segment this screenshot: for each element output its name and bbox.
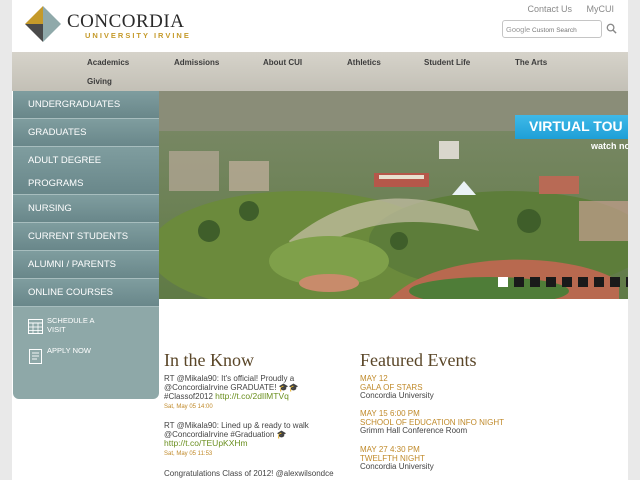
hero-slideshow[interactable]: VIRTUAL TOU watch now: [149, 91, 628, 299]
top-links: Contact Us MyCUI: [515, 4, 614, 14]
tweet-link[interactable]: http://t.co/2dIlMTVq: [215, 391, 289, 401]
event-item[interactable]: MAY 27 4:30 PM TWELFTH NIGHT Concordia U…: [360, 445, 530, 472]
tweet-date: Sat, May 05 11:53: [164, 450, 213, 457]
main-nav: Academics Admissions About CUI Athletics…: [12, 52, 628, 91]
slide-dot-5[interactable]: [562, 277, 572, 287]
sidebar-item-undergraduates[interactable]: Undergraduates: [13, 91, 159, 119]
search-brand: Google: [506, 25, 531, 34]
event-item[interactable]: MAY 12 GALA OF STARS Concordia Universit…: [360, 374, 530, 401]
schedule-visit-label: Schedule a Visit: [47, 316, 95, 334]
featured-events-heading: Featured Events: [360, 350, 477, 370]
in-the-know-heading: In the Know: [164, 350, 254, 370]
sidebar-item-graduates[interactable]: Graduates: [13, 119, 159, 147]
nav-academics[interactable]: Academics: [87, 58, 129, 67]
nav-admissions[interactable]: Admissions: [174, 58, 219, 67]
concordia-logo-icon[interactable]: [25, 6, 61, 42]
contact-us-link[interactable]: Contact Us: [527, 4, 572, 14]
tweet-item: RT @Mikala90: It's official! Proudly a @…: [164, 374, 334, 411]
page: CONCORDIA UNIVERSITY IRVINE Contact Us M…: [12, 0, 628, 480]
virtual-tour-banner[interactable]: VIRTUAL TOU: [515, 115, 628, 139]
event-location: Concordia University: [360, 391, 434, 400]
tweet-item: RT @Mikala90: Lined up & ready to walk @…: [164, 421, 334, 458]
sidebar-item-online-courses[interactable]: Online Courses: [13, 279, 159, 307]
tweet-link[interactable]: http://t.co/TEUpKXHm: [164, 438, 248, 448]
slide-dot-7[interactable]: [594, 277, 604, 287]
brand-name: CONCORDIA: [67, 11, 185, 32]
slide-dot-9[interactable]: [626, 277, 628, 287]
schedule-visit-button[interactable]: Schedule a Visit: [28, 315, 159, 343]
slide-dot-8[interactable]: [610, 277, 620, 287]
calendar-icon: [28, 319, 43, 334]
mycui-link[interactable]: MyCUI: [587, 4, 615, 14]
nav-the-arts[interactable]: The Arts: [515, 58, 547, 67]
tweet-date: Sat, May 05 14:00: [164, 403, 213, 410]
apply-now-label: Apply Now: [47, 346, 91, 355]
search-placeholder: Custom Search: [532, 27, 577, 34]
nav-giving[interactable]: Giving: [87, 77, 112, 86]
slide-dot-2[interactable]: [514, 277, 524, 287]
search-icon[interactable]: [606, 23, 617, 34]
event-item[interactable]: MAY 15 6:00 PM SCHOOL OF EDUCATION INFO …: [360, 409, 530, 436]
nav-about[interactable]: About CUI: [263, 58, 302, 67]
brand[interactable]: CONCORDIA UNIVERSITY IRVINE: [67, 11, 191, 41]
sidebar-item-nursing[interactable]: Nursing: [13, 195, 159, 223]
sidebar-actions: Schedule a Visit Apply Now: [13, 307, 159, 399]
tweet-text: RT @Mikala90: Lined up & ready to walk @…: [164, 421, 309, 439]
slide-dot-6[interactable]: [578, 277, 588, 287]
brand-subtitle: UNIVERSITY IRVINE: [85, 31, 191, 40]
event-location: Grimm Hall Conference Room: [360, 426, 468, 435]
tweet-item: Congratulations Class of 2012! @alexwils…: [164, 469, 334, 479]
nav-student-life[interactable]: Student Life: [424, 58, 470, 67]
sidebar-item-alumni-parents[interactable]: Alumni / Parents: [13, 251, 159, 279]
sidebar-item-adult-degree[interactable]: Adult Degree Programs: [13, 147, 159, 195]
sidebar: Undergraduates Graduates Adult Degree Pr…: [13, 91, 159, 399]
search-input[interactable]: Google Custom Search: [502, 20, 602, 38]
slide-dot-1[interactable]: [498, 277, 508, 287]
sidebar-item-current-students[interactable]: Current Students: [13, 223, 159, 251]
watch-now-link[interactable]: watch now: [591, 141, 628, 151]
slide-dot-4[interactable]: [546, 277, 556, 287]
nav-athletics[interactable]: Athletics: [347, 58, 381, 67]
apply-now-button[interactable]: Apply Now: [28, 345, 159, 373]
document-icon: [29, 349, 42, 364]
slide-dot-3[interactable]: [530, 277, 540, 287]
event-location: Concordia University: [360, 462, 434, 471]
tweet-text: Congratulations Class of 2012! @alexwils…: [164, 469, 334, 478]
